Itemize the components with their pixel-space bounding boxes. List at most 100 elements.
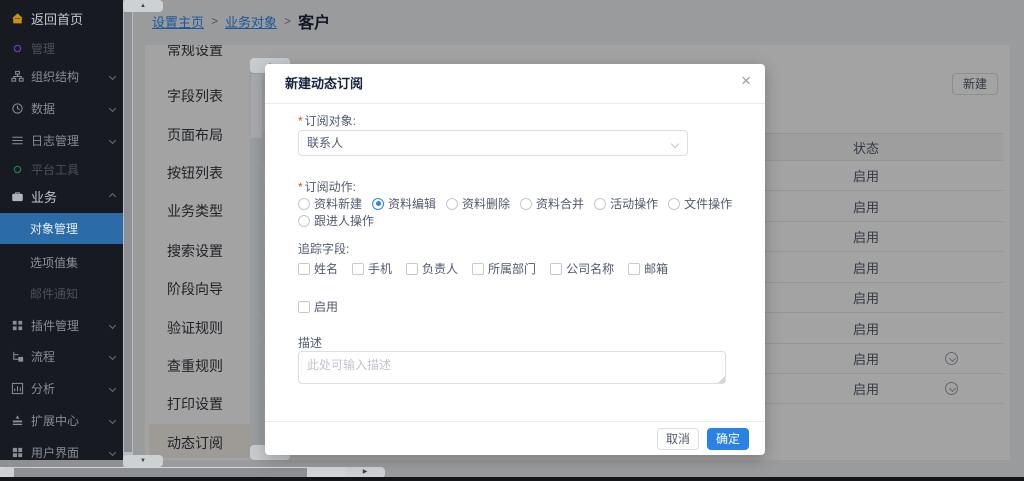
sidebar-subitem-label: 邮件通知 [30,285,78,302]
radio-option-create[interactable]: 资料新建 [298,195,362,212]
chevron-down-icon [109,104,116,111]
sidebar-item-label: 返回首页 [31,9,83,28]
radio-label: 活动操作 [610,195,658,212]
sidebar-item-label: 扩展中心 [31,412,79,429]
checkbox-label: 手机 [368,260,392,277]
sidebar-item-org-structure[interactable]: 组织结构 [11,66,119,86]
radio-option-edit[interactable]: 资料编辑 [372,195,436,212]
radio-checked-icon[interactable] [372,198,384,210]
chevron-down-icon [109,384,116,391]
chart-icon [11,382,24,395]
sidebar-item-label: 数据 [31,100,55,117]
new-dynamic-subscription-modal: 新建动态订阅 × *订阅对象: 联系人 *订阅动作: 资料新建 资料编辑 资料删… [265,64,765,455]
sidebar-vertical-scrollbar[interactable]: ▲ ▼ [123,0,133,467]
subscribe-action-label: *订阅动作: [298,178,356,195]
sidebar-subitem-mail-notice[interactable]: 邮件通知 [30,284,78,302]
sidebar-item-workflow[interactable]: 流程 [11,346,119,366]
checkbox-option-email[interactable]: 邮箱 [628,260,668,277]
bottom-edge-bar [0,477,1024,481]
sidebar-item-home[interactable]: 返回首页 [11,8,119,28]
required-mark: * [298,180,303,194]
radio-icon[interactable] [594,198,606,210]
sidebar-item-log-management[interactable]: 日志管理 [11,130,119,150]
chevron-down-icon [109,72,116,79]
chevron-down-icon [109,352,116,359]
radio-icon[interactable] [446,198,458,210]
modal-header: 新建动态订阅 × [265,64,765,104]
checkbox-label: 所属部门 [488,260,536,277]
sidebar-item-label: 分析 [31,380,55,397]
radio-icon[interactable] [520,198,532,210]
radio-label: 跟进人操作 [314,212,374,229]
track-fields-checkbox-group: 姓名 手机 负责人 所属部门 公司名称 邮箱 [298,260,668,277]
ring-green-icon [11,163,24,176]
checkbox-label: 负责人 [422,260,458,277]
sidebar-item-business[interactable]: 业务 [11,186,119,206]
radio-icon[interactable] [298,198,310,210]
chevron-down-icon [109,448,116,455]
sidebar-subitem-label: 选项值集 [30,254,78,271]
sidebar-item-label: 流程 [31,348,55,365]
sidebar-item-analytics[interactable]: 分析 [11,378,119,398]
sidebar-item-platform-tools[interactable]: 平台工具 [11,159,119,179]
chevron-up-icon [109,192,116,199]
confirm-button[interactable]: 确定 [707,428,749,450]
radio-option-delete[interactable]: 资料删除 [446,195,510,212]
checkbox-label: 公司名称 [566,260,614,277]
checkbox-option-department[interactable]: 所属部门 [472,260,536,277]
track-fields-label: 追踪字段: [298,240,349,257]
checkbox-icon[interactable] [550,263,562,275]
radio-option-merge[interactable]: 资料合并 [520,195,584,212]
radio-label: 资料新建 [314,195,362,212]
checkbox-icon[interactable] [352,263,364,275]
scrollbar-thumb[interactable] [124,12,132,452]
radio-label: 资料删除 [462,195,510,212]
checkbox-icon[interactable] [298,301,310,313]
checkbox-icon[interactable] [628,263,640,275]
sidebar-item-plugin-management[interactable]: 插件管理 [11,315,119,335]
log-icon [11,134,24,147]
checkbox-icon[interactable] [406,263,418,275]
modal-footer: 取消 确定 [265,421,765,455]
subscribe-object-value: 联系人 [307,131,343,155]
sidebar-item-label: 业务 [31,187,57,206]
checkbox-option-mobile[interactable]: 手机 [352,260,392,277]
sidebar-item-label: 日志管理 [31,132,79,149]
radio-icon[interactable] [668,198,680,210]
enable-checkbox-row: 启用 [298,298,338,315]
checkbox-icon[interactable] [298,263,310,275]
scrollbar-thumb[interactable] [251,74,262,138]
radio-label: 资料编辑 [388,195,436,212]
close-icon[interactable]: × [741,72,751,89]
description-textarea[interactable] [298,351,726,384]
object-nav-scrollbar[interactable]: ▲ ▼ [250,58,263,460]
radio-option-follower[interactable]: 跟进人操作 [298,212,374,229]
scroll-down-icon[interactable]: ▼ [123,455,163,467]
checkbox-label: 姓名 [314,260,338,277]
checkbox-icon[interactable] [472,263,484,275]
required-mark: * [298,114,303,128]
sidebar-subitem-object-management[interactable]: 对象管理 [0,213,123,244]
sidebar-item-admin[interactable]: 管理 [11,38,119,58]
main-sidebar: 返回首页 管理 组织结构 数据 日志管理 平台工具 业务 [0,0,123,460]
radio-icon[interactable] [298,215,310,227]
subscribe-object-select[interactable]: 联系人 [298,130,688,156]
radio-option-activity[interactable]: 活动操作 [594,195,658,212]
sidebar-item-data[interactable]: 数据 [11,98,119,118]
checkbox-option-enable[interactable]: 启用 [298,298,338,315]
sidebar-item-label: 管理 [31,40,55,57]
sidebar-item-extension-center[interactable]: 扩展中心 [11,410,119,430]
briefcase-icon [11,190,24,203]
scroll-up-icon[interactable]: ▲ [123,0,163,12]
sidebar-item-user-interface[interactable]: 用户界面 [11,442,119,462]
grid-icon [11,446,24,459]
checkbox-option-company[interactable]: 公司名称 [550,260,614,277]
checkbox-option-name[interactable]: 姓名 [298,260,338,277]
checkbox-option-owner[interactable]: 负责人 [406,260,458,277]
cancel-button[interactable]: 取消 [657,428,699,450]
chevron-down-icon [671,140,679,148]
sidebar-subitem-option-sets[interactable]: 选项值集 [30,253,78,271]
radio-option-file[interactable]: 文件操作 [668,195,732,212]
scrollbar-thumb[interactable] [14,468,307,477]
resize-handle-icon[interactable] [718,376,725,383]
